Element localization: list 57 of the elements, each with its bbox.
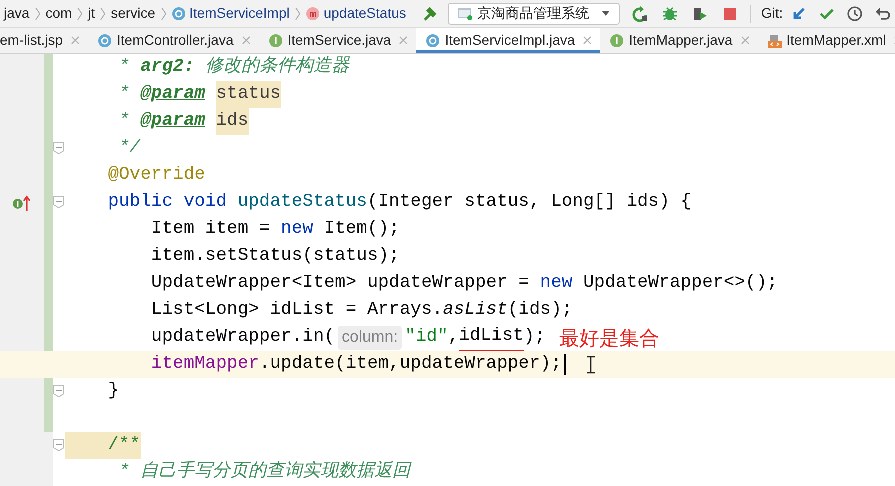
code-line: List<Long> idList = Arrays.asList(ids); xyxy=(150,299,573,322)
close-icon xyxy=(71,36,80,45)
text-caret xyxy=(564,354,566,375)
code-line: itemMapper.update(item,updateWrapper); xyxy=(150,353,562,376)
code-line: @Override xyxy=(107,164,206,187)
coverage-icon xyxy=(692,6,708,22)
interface-icon xyxy=(268,34,283,48)
undo-icon xyxy=(875,6,892,22)
class-icon xyxy=(172,6,186,20)
editor-tab[interactable]: ItemMapper.xml xyxy=(758,28,895,53)
breadcrumb-item[interactable]: ItemServiceImpl xyxy=(190,3,290,24)
code-line: UpdateWrapper<Item> updateWrapper = new UpdateWrapper<>(); xyxy=(150,272,778,295)
text-cursor-icon xyxy=(586,356,596,374)
code-line: * @param status xyxy=(65,81,282,108)
xml-file-icon xyxy=(768,34,782,48)
chevron-icon xyxy=(294,6,302,20)
breadcrumb-item[interactable]: updateStatus xyxy=(324,3,406,24)
run-configuration-dropdown[interactable]: 京淘商品管理系统 xyxy=(448,2,620,24)
code-line: * @param ids xyxy=(65,108,249,135)
editor-tab[interactable]: ItemMapper.java xyxy=(600,28,758,53)
close-icon xyxy=(583,36,592,45)
window-icon xyxy=(457,6,474,21)
breadcrumb-item[interactable]: java xyxy=(4,3,30,24)
interface-icon xyxy=(610,34,624,48)
chevron-icon xyxy=(76,6,84,20)
breadcrumb-item[interactable]: com xyxy=(46,3,72,24)
editor-tab[interactable]: ItemService.java xyxy=(258,28,416,53)
code-line: item.setStatus(status); xyxy=(150,245,400,268)
chevron-icon xyxy=(99,6,108,20)
chevron-icon xyxy=(160,6,168,20)
code-line: * 自己手写分页的查询实现数据返回 xyxy=(118,460,411,484)
chevron-icon xyxy=(34,6,42,20)
rerun-icon xyxy=(632,6,648,22)
code-line: * arg2: 修改的条件构造器 xyxy=(118,55,350,79)
editor-tab[interactable]: ItemServiceImpl.java xyxy=(416,28,600,53)
code-line: Item item = new Item(); xyxy=(150,218,400,241)
editor-tab[interactable]: em-list.jsp xyxy=(0,28,88,53)
class-icon xyxy=(98,34,112,48)
git-label: Git: xyxy=(761,4,784,23)
class-icon xyxy=(426,34,440,48)
arrow-icon xyxy=(791,6,808,22)
close-icon xyxy=(740,36,750,45)
bug-icon xyxy=(662,6,678,22)
breadcrumb-item[interactable]: service xyxy=(111,3,156,24)
method-icon xyxy=(306,6,320,20)
clock-icon xyxy=(847,6,864,22)
caret-icon xyxy=(601,10,612,17)
handwritten-note: 最好是集合 xyxy=(560,324,660,352)
code-line: public void updateStatus(Integer status, Long[] ids) { xyxy=(107,191,692,214)
code-line: } xyxy=(107,380,120,403)
code-line: */ xyxy=(118,137,141,160)
close-icon xyxy=(399,36,408,45)
stop-icon xyxy=(722,6,738,22)
editor-tab[interactable]: ItemController.java xyxy=(88,28,259,53)
hammer-icon xyxy=(422,6,438,22)
breadcrumb-item[interactable]: jt xyxy=(88,3,96,24)
close-icon xyxy=(242,36,251,45)
